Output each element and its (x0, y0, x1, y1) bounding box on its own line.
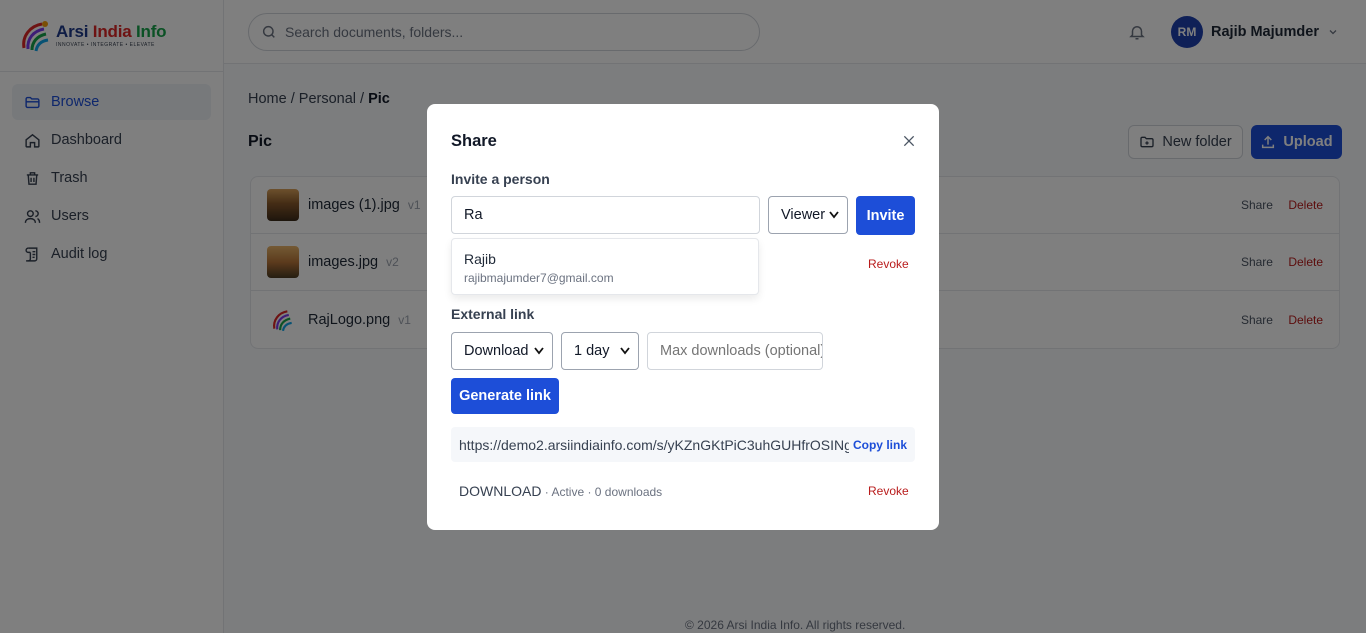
generated-link-url: https://demo2.arsiindiainfo.com/s/yKZnGK… (459, 436, 849, 453)
invite-email-input[interactable] (451, 196, 760, 234)
permission-select[interactable]: Download (451, 332, 553, 370)
link-entry-meta: · Active · 0 downloads (541, 485, 663, 499)
chevron-down-icon (620, 347, 630, 355)
revoke-share-link[interactable]: Revoke (868, 257, 909, 271)
revoke-link-button[interactable]: Revoke (868, 484, 909, 498)
invite-section-label: Invite a person (451, 171, 550, 187)
modal-title: Share (451, 132, 497, 150)
chevron-down-icon (829, 211, 839, 219)
max-downloads-input[interactable] (647, 332, 823, 370)
generated-link-box: https://demo2.arsiindiainfo.com/s/yKZnGK… (451, 427, 915, 462)
permission-select-value: Download (464, 343, 529, 359)
role-select-value: Viewer (781, 207, 826, 223)
share-modal: Share Invite a person Viewer Invite Revo… (427, 104, 939, 530)
suggestion-email: rajibmajumder7@gmail.com (464, 271, 614, 285)
expiry-select[interactable]: 1 day (561, 332, 639, 370)
generate-link-button[interactable]: Generate link (451, 378, 559, 414)
suggestion-dropdown[interactable]: Rajib rajibmajumder7@gmail.com (451, 238, 759, 295)
copy-link-button[interactable]: Copy link (853, 438, 907, 452)
role-select[interactable]: Viewer (768, 196, 848, 234)
suggestion-name: Rajib (464, 251, 496, 267)
link-entry: DOWNLOAD · Active · 0 downloads (459, 483, 662, 499)
chevron-down-icon (534, 347, 544, 355)
link-entry-type: DOWNLOAD (459, 483, 542, 499)
invite-button[interactable]: Invite (856, 196, 915, 235)
close-icon[interactable] (901, 133, 917, 154)
external-link-label: External link (451, 306, 535, 322)
expiry-select-value: 1 day (574, 343, 610, 359)
